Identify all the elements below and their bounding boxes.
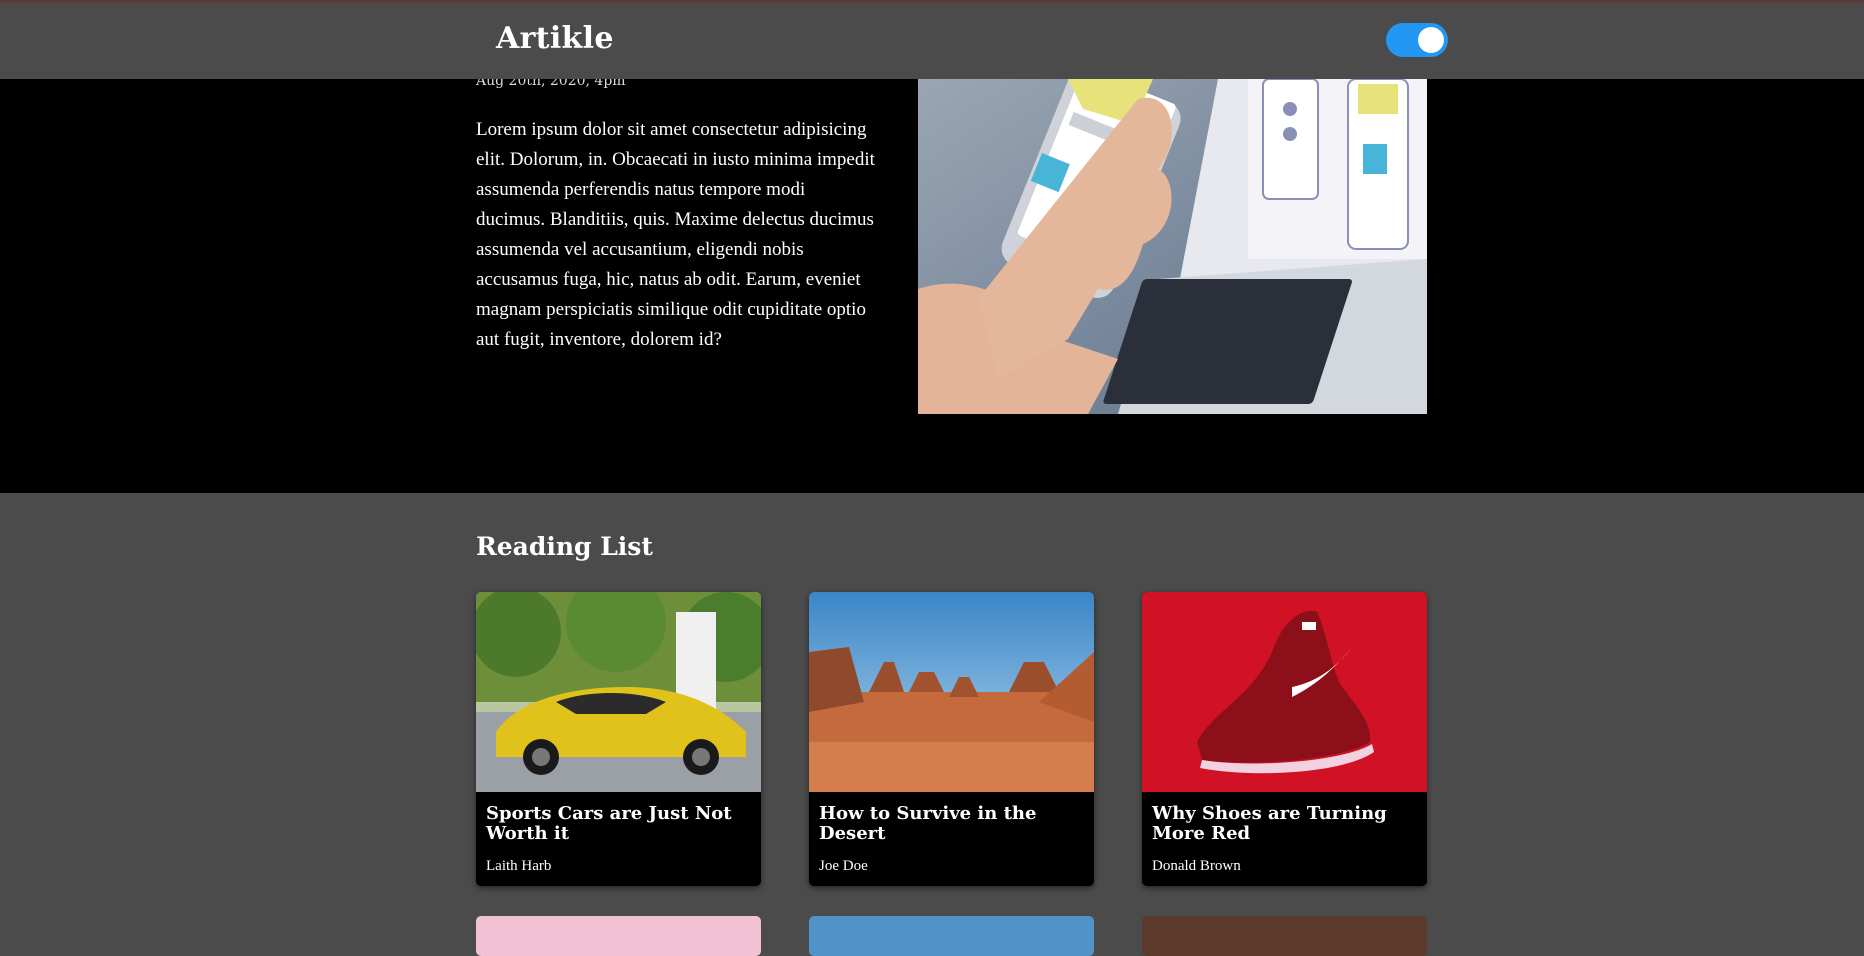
card-title[interactable]: How to Survive in the Desert [819,804,1084,844]
hero-section: Aug 20th, 2020, 4pm Lorem ipsum dolor si… [0,73,1864,493]
card-author: Joe Doe [819,858,868,874]
hero-body-text: Lorem ipsum dolor sit amet consectetur a… [476,119,875,350]
site-logo[interactable]: Artikle [496,21,614,56]
article-card[interactable]: Sports Cars are Just Not Worth it Laith … [476,592,761,886]
hero-image [918,79,1427,414]
article-card[interactable]: How to Survive in the Desert Joe Doe [809,592,1094,886]
article-card[interactable]: Why Shoes are Turning More Red Donald Br… [1142,592,1427,886]
article-card-partial[interactable] [476,916,761,956]
desert-landscape-image [809,592,1094,792]
article-card-partial[interactable] [809,916,1094,956]
article-card-partial[interactable] [1142,916,1427,956]
reading-list-title: Reading List [476,532,653,561]
top-header: Artikle [0,3,1864,79]
card-title[interactable]: Sports Cars are Just Not Worth it [486,804,751,844]
red-shoe-image [1142,592,1427,792]
toggle-knob [1418,27,1444,53]
card-author: Laith Harb [486,858,552,874]
theme-toggle[interactable] [1386,23,1448,57]
yellow-sports-car-image [476,592,761,792]
card-author: Donald Brown [1152,858,1241,874]
card-title[interactable]: Why Shoes are Turning More Red [1152,804,1417,844]
